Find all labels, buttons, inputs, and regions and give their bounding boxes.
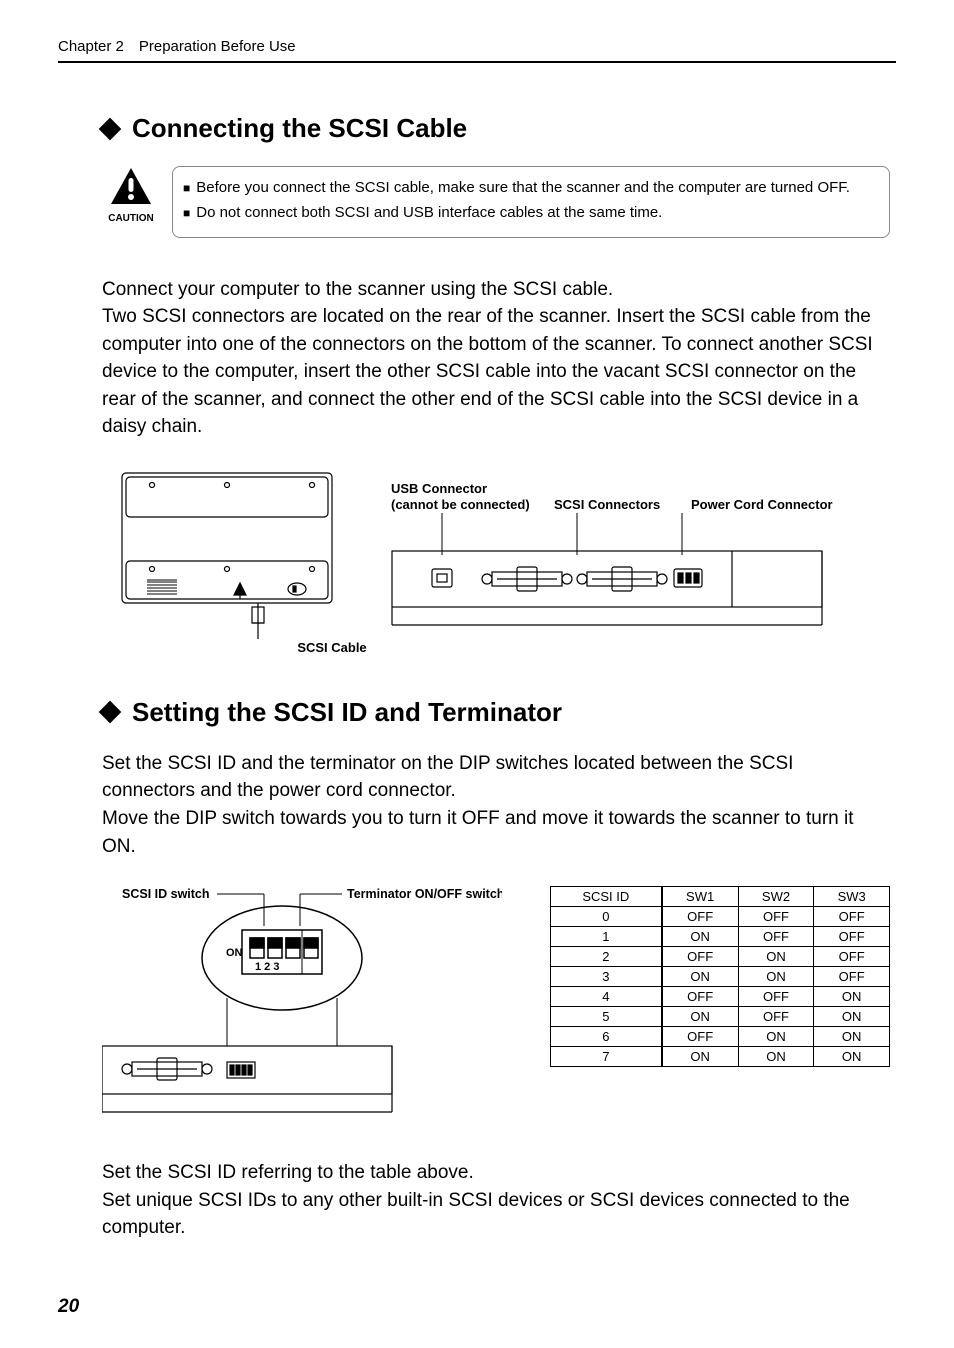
table-row: 2OFFONOFF (551, 947, 890, 967)
scsi-connectors-label: SCSI Connectors (554, 497, 660, 512)
table-cell: ON (814, 1027, 890, 1047)
table-header: SCSI ID (551, 887, 662, 907)
table-cell: OFF (662, 947, 739, 967)
section-title-text-2: Setting the SCSI ID and Terminator (132, 697, 562, 728)
caution-box: ■ Before you connect the SCSI cable, mak… (172, 166, 890, 238)
svg-text:Terminator ON/OFF switch: Terminator ON/OFF switch (347, 887, 502, 901)
table-row: 4OFFOFFON (551, 987, 890, 1007)
table-cell: ON (738, 947, 814, 967)
table-row: 0OFFOFFOFF (551, 907, 890, 927)
table-cell: ON (814, 1047, 890, 1067)
table-cell: 6 (551, 1027, 662, 1047)
svg-text:ON: ON (226, 947, 243, 959)
scsi-id-table: SCSI ID SW1 SW2 SW3 0OFFOFFOFF1ONOFFOFF2… (550, 886, 890, 1067)
svg-text:SCSI ID switch: SCSI ID switch (122, 887, 210, 901)
caution-label: CAUTION (102, 213, 160, 224)
section-title-setting: Setting the SCSI ID and Terminator (102, 697, 890, 728)
table-cell: 0 (551, 907, 662, 927)
table-cell: OFF (662, 987, 739, 1007)
table-cell: ON (662, 1047, 739, 1067)
table-cell: ON (662, 1007, 739, 1027)
table-header: SW1 (662, 887, 739, 907)
caution-block: CAUTION ■ Before you connect the SCSI ca… (102, 166, 890, 238)
section-title-connecting: Connecting the SCSI Cable (102, 113, 890, 144)
table-header: SW2 (738, 887, 814, 907)
diamond-bullet-icon (99, 701, 122, 724)
caution-icon: CAUTION (102, 166, 160, 224)
table-row: 6OFFONON (551, 1027, 890, 1047)
table-cell: OFF (662, 907, 739, 927)
table-cell: OFF (738, 1007, 814, 1027)
dip-switch-diagram: SCSI ID switch Terminator ON/OFF switch (102, 886, 502, 1131)
table-cell: OFF (814, 947, 890, 967)
usb-connector-label: USB Connector (391, 481, 487, 496)
caution-item-2: Do not connect both SCSI and USB interfa… (196, 202, 662, 224)
table-header: SW3 (814, 887, 890, 907)
diamond-bullet-icon (99, 117, 122, 140)
section-title-text: Connecting the SCSI Cable (132, 113, 467, 144)
table-cell: OFF (814, 927, 890, 947)
body-paragraph-2: Set the SCSI ID and the terminator on th… (102, 750, 890, 860)
connector-diagram: SCSI Cable USB Connector (cannot be conn… (102, 467, 890, 667)
caution-item-1: Before you connect the SCSI cable, make … (196, 177, 850, 199)
table-cell: 3 (551, 967, 662, 987)
table-cell: 7 (551, 1047, 662, 1067)
table-cell: OFF (814, 967, 890, 987)
table-row: 3ONONOFF (551, 967, 890, 987)
table-cell: ON (738, 967, 814, 987)
table-cell: 5 (551, 1007, 662, 1027)
table-cell: ON (662, 967, 739, 987)
table-cell: ON (814, 1007, 890, 1027)
scsi-cable-label: SCSI Cable (297, 640, 366, 655)
usb-note-label: (cannot be connected) (391, 497, 530, 512)
square-bullet-icon: ■ (183, 202, 190, 225)
chapter-header: Chapter 2 Preparation Before Use (58, 38, 896, 63)
table-cell: ON (738, 1027, 814, 1047)
table-row: 7ONONON (551, 1047, 890, 1067)
table-cell: OFF (662, 1027, 739, 1047)
body-paragraph-1: Connect your computer to the scanner usi… (102, 276, 890, 441)
table-cell: ON (814, 987, 890, 1007)
table-cell: 2 (551, 947, 662, 967)
svg-text:1 2 3: 1 2 3 (255, 961, 279, 973)
table-cell: OFF (738, 927, 814, 947)
table-cell: 1 (551, 927, 662, 947)
table-row: 5ONOFFON (551, 1007, 890, 1027)
power-connector-label: Power Cord Connector (691, 497, 833, 512)
square-bullet-icon: ■ (183, 177, 190, 200)
table-cell: 4 (551, 987, 662, 1007)
page-number: 20 (58, 1296, 79, 1318)
table-cell: OFF (738, 987, 814, 1007)
body-paragraph-3: Set the SCSI ID referring to the table a… (102, 1159, 890, 1242)
table-cell: ON (662, 927, 739, 947)
table-row: 1ONOFFOFF (551, 927, 890, 947)
table-cell: ON (738, 1047, 814, 1067)
table-cell: OFF (814, 907, 890, 927)
table-cell: OFF (738, 907, 814, 927)
